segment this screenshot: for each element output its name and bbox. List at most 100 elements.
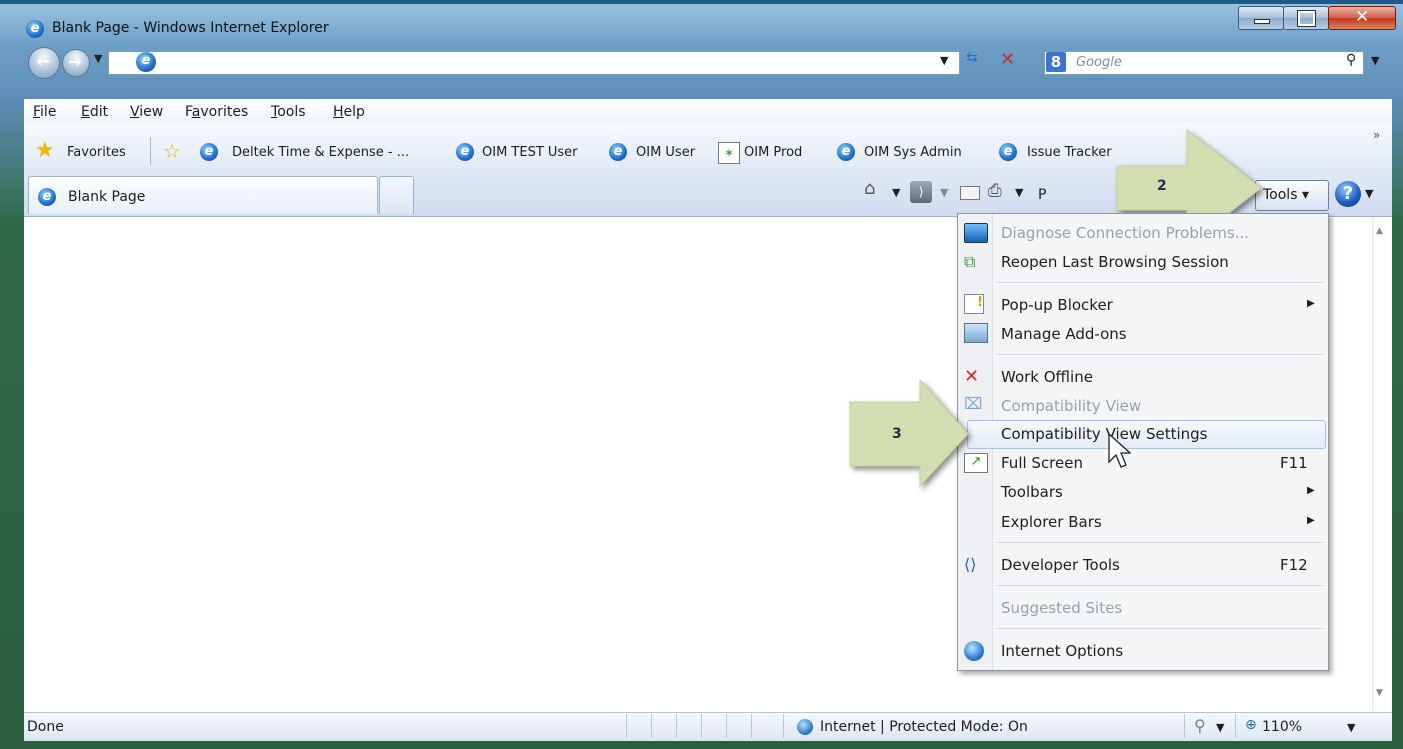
favorites-overflow-chevron-icon[interactable]: » xyxy=(1373,128,1380,142)
menu-item-label: Reopen Last Browsing Session xyxy=(1001,253,1229,271)
favorite-link-oim-sys-admin[interactable]: OIM Sys Admin xyxy=(864,145,962,160)
menu-help-accel: H xyxy=(333,104,344,120)
tools-text: Tools xyxy=(1263,187,1298,203)
back-button[interactable]: ← xyxy=(28,47,60,79)
popup-blocker-icon: ! xyxy=(964,294,984,314)
menu-item-reopen-session[interactable]: Reopen Last Browsing Session xyxy=(1001,253,1229,271)
menu-edit[interactable]: Edit xyxy=(81,104,108,120)
submenu-arrow-icon: ▶ xyxy=(1307,515,1315,526)
menu-item-explorer-bars[interactable]: Explorer Bars xyxy=(1001,513,1102,531)
ie-icon: e xyxy=(609,143,627,161)
status-divider xyxy=(726,714,727,738)
shortcut-f12: F12 xyxy=(1280,556,1308,574)
protected-mode-dropdown[interactable]: ▼ xyxy=(1216,721,1224,734)
scroll-down-icon[interactable]: ▼ xyxy=(1376,688,1383,698)
maximize-button[interactable] xyxy=(1283,6,1329,30)
tools-button-label[interactable]: Tools ▾ xyxy=(1263,187,1309,203)
menu-view[interactable]: View xyxy=(130,104,163,120)
developer-tools-icon: ⟨⟩ xyxy=(964,555,977,574)
vertical-scrollbar[interactable] xyxy=(1372,217,1392,711)
menu-help[interactable]: Help xyxy=(333,104,365,120)
window-title: Blank Page - Windows Internet Explorer xyxy=(52,20,329,36)
menu-item-label: Work Offline xyxy=(1001,368,1093,386)
page-menu-partial[interactable]: P xyxy=(1038,187,1046,203)
minimize-button[interactable] xyxy=(1238,6,1284,30)
mouse-cursor-icon xyxy=(1108,432,1131,468)
ie-icon: e xyxy=(837,143,855,161)
ie-logo-icon: e xyxy=(26,20,44,38)
menu-separator xyxy=(996,628,1324,629)
menu-item-work-offline[interactable]: Work Offline xyxy=(1001,368,1093,386)
menu-item-popup-blocker[interactable]: Pop-up Blocker xyxy=(1001,296,1113,314)
app-icon: ✶ xyxy=(718,142,740,164)
menu-tools-label: ools xyxy=(277,104,306,120)
tab-label[interactable]: Blank Page xyxy=(68,189,145,205)
status-divider xyxy=(651,714,652,738)
menu-item-suggested-sites[interactable]: Suggested Sites xyxy=(1001,599,1122,617)
scroll-up-icon[interactable]: ▲ xyxy=(1376,226,1383,236)
favorites-star-icon[interactable]: ★ xyxy=(35,140,55,162)
menu-separator xyxy=(996,585,1324,586)
search-options-dropdown[interactable]: ▼ xyxy=(1371,54,1379,67)
zoom-level[interactable]: 110% xyxy=(1262,719,1302,735)
zoom-dropdown[interactable]: ▼ xyxy=(1347,721,1355,734)
step-3-label: 3 xyxy=(892,426,902,442)
search-icon[interactable]: ⚲ xyxy=(1346,52,1356,68)
favorite-link-oim-user[interactable]: OIM User xyxy=(636,145,695,160)
menu-file[interactable]: File xyxy=(33,104,56,120)
menu-favorites-pre: F xyxy=(185,104,192,120)
address-dropdown[interactable]: ▼ xyxy=(940,54,948,67)
favorite-link-oim-prod[interactable]: OIM Prod xyxy=(744,145,802,160)
menu-item-diagnose-connection[interactable]: Diagnose Connection Problems... xyxy=(1001,224,1249,242)
feeds-icon[interactable]: ) xyxy=(910,181,932,203)
zoom-icon[interactable]: ⊕ xyxy=(1245,717,1257,733)
menu-help-label: elp xyxy=(343,104,365,120)
security-zone-text[interactable]: Internet | Protected Mode: On xyxy=(820,719,1028,735)
print-icon[interactable]: ⎙ xyxy=(988,181,1002,201)
menu-item-internet-options[interactable]: Internet Options xyxy=(1001,642,1123,660)
recent-pages-dropdown[interactable]: ▼ xyxy=(94,52,102,65)
status-divider xyxy=(1184,714,1185,738)
ie-icon: e xyxy=(456,143,474,161)
menu-item-toolbars[interactable]: Toolbars xyxy=(1001,483,1063,501)
menu-item-compatibility-view-settings[interactable]: Compatibility View Settings xyxy=(1001,425,1207,443)
menu-item-full-screen[interactable]: Full Screen xyxy=(1001,454,1083,472)
tab-ie-icon: e xyxy=(38,188,56,206)
step-3-arrow xyxy=(849,378,969,488)
read-mail-icon[interactable] xyxy=(960,186,980,200)
menu-favorites[interactable]: Favorites xyxy=(185,104,248,120)
menu-item-manage-addons[interactable]: Manage Add-ons xyxy=(1001,325,1127,343)
home-icon[interactable]: ⌂ xyxy=(864,178,875,199)
favorite-link-deltek[interactable]: Deltek Time & Expense - ... xyxy=(232,145,409,160)
stop-button[interactable]: ✕ xyxy=(1000,49,1015,70)
address-input[interactable] xyxy=(141,54,935,72)
add-to-favorites-bar-icon[interactable]: ☆ xyxy=(163,139,181,163)
protected-mode-icon[interactable]: ⚲ xyxy=(1194,716,1206,735)
menu-item-compatibility-view[interactable]: Compatibility View xyxy=(1001,397,1141,415)
forward-button[interactable]: → xyxy=(62,49,90,77)
help-icon[interactable]: ? xyxy=(1335,181,1361,207)
menu-item-label: Full Screen xyxy=(1001,454,1083,472)
status-divider xyxy=(1235,714,1236,738)
favorites-button[interactable]: Favorites xyxy=(67,145,126,160)
status-text: Done xyxy=(27,719,64,735)
menu-item-developer-tools[interactable]: Developer Tools xyxy=(1001,556,1120,574)
search-placeholder[interactable]: Google xyxy=(1076,55,1122,70)
status-divider xyxy=(701,714,702,738)
favorite-link-issue-tracker[interactable]: Issue Tracker xyxy=(1027,145,1112,160)
menu-separator xyxy=(996,542,1324,543)
print-dropdown[interactable]: ▼ xyxy=(1015,186,1023,199)
home-dropdown[interactable]: ▼ xyxy=(892,186,900,199)
refresh-icon: ⇆ xyxy=(966,50,978,66)
page-ie-icon: e xyxy=(136,52,156,72)
menu-item-label: Explorer Bars xyxy=(1001,513,1102,531)
menu-tools[interactable]: Tools xyxy=(271,104,306,120)
new-tab-button[interactable] xyxy=(379,176,414,214)
address-bar[interactable] xyxy=(108,51,960,75)
favorite-link-oim-test-user[interactable]: OIM TEST User xyxy=(482,145,578,160)
forward-arrow-icon: → xyxy=(68,52,82,71)
feeds-dropdown[interactable]: ▼ xyxy=(940,186,948,199)
close-button[interactable]: ✕ xyxy=(1328,6,1396,30)
help-dropdown[interactable]: ▼ xyxy=(1365,187,1373,200)
refresh-button[interactable]: ⇆ xyxy=(966,50,988,72)
